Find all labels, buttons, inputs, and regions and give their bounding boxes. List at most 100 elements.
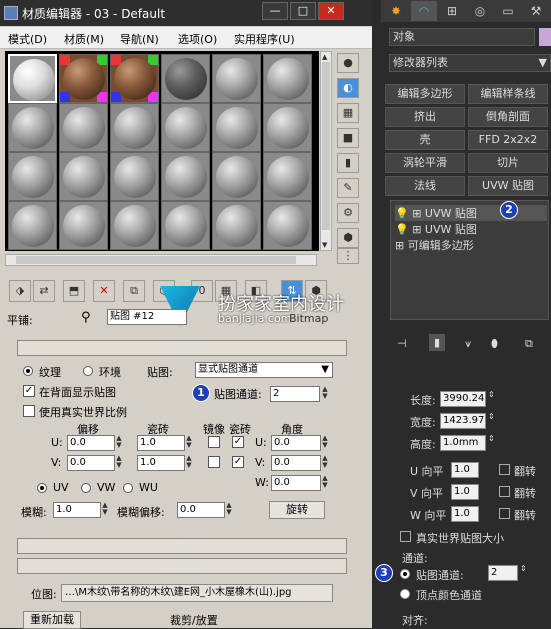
- display-tab-icon[interactable]: ▭: [495, 1, 521, 21]
- noise-rollout-header[interactable]: + 噪波: [17, 538, 347, 554]
- close-button[interactable]: ✕: [318, 2, 344, 20]
- scroll-up-arrow-icon[interactable]: ▲: [322, 54, 330, 61]
- uv-radio[interactable]: [37, 483, 47, 493]
- motion-tab-icon[interactable]: ◎: [467, 1, 493, 21]
- expand-icon[interactable]: ⊞: [395, 239, 404, 252]
- length-spinner[interactable]: ⇕: [488, 390, 495, 399]
- sample-slot-19[interactable]: [8, 201, 57, 250]
- shell-button[interactable]: 壳: [385, 130, 465, 150]
- bevel-profile-button[interactable]: 倒角剖面: [468, 107, 548, 127]
- v-offset-field[interactable]: 0.0: [67, 455, 115, 471]
- menu-options[interactable]: 选项(O): [178, 31, 217, 47]
- pick-from-object-icon[interactable]: ⚲: [81, 310, 91, 325]
- sample-slot-2[interactable]: [59, 54, 108, 103]
- stack-item-uvw-map-1[interactable]: 💡 ⊞ UVW 贴图: [395, 205, 547, 221]
- sample-slot-9[interactable]: [110, 103, 159, 152]
- height-field[interactable]: 1.0mm: [440, 435, 486, 451]
- vertical-scrollbar[interactable]: ▲ ▼: [320, 51, 332, 251]
- sample-slot-21[interactable]: [110, 201, 159, 250]
- sample-slot-5[interactable]: [212, 54, 261, 103]
- blur-offset-spinner[interactable]: ▲ ▼: [225, 502, 233, 518]
- menu-utilities[interactable]: 实用程序(U): [234, 31, 295, 47]
- sample-slot-17[interactable]: [212, 152, 261, 201]
- stack-item-uvw-map-2[interactable]: 💡 ⊞ UVW 贴图: [395, 221, 477, 237]
- map-name-field[interactable]: 贴图 #12: [107, 309, 187, 325]
- background-checker-icon[interactable]: ▦: [337, 103, 359, 123]
- select-by-material-icon[interactable]: ⬢: [337, 228, 359, 248]
- slice-button[interactable]: 切片: [468, 153, 548, 173]
- mapping-dropdown[interactable]: 显式贴图通道 ▼: [195, 362, 333, 378]
- map-channel-field[interactable]: 2: [270, 386, 320, 402]
- width-spinner[interactable]: ⇕: [488, 412, 495, 421]
- uvw-map-button[interactable]: UVW 贴图: [468, 176, 548, 196]
- u-tile-checkbox[interactable]: ✓: [232, 436, 244, 448]
- scroll-down-arrow-icon[interactable]: ▼: [322, 242, 330, 249]
- map-channel-spinner[interactable]: ▲ ▼: [321, 386, 329, 402]
- bitmap-params-rollout-header[interactable]: - 位图参数: [17, 558, 347, 574]
- v-mirror-checkbox[interactable]: [208, 456, 220, 468]
- u-flip-checkbox[interactable]: [499, 464, 510, 475]
- sample-slot-20[interactable]: [59, 201, 108, 250]
- sample-slot-8[interactable]: [59, 103, 108, 152]
- pin-stack-icon[interactable]: ⊣: [397, 337, 407, 350]
- edit-spline-button[interactable]: 编辑样条线: [468, 84, 548, 104]
- v-offset-spinner[interactable]: ▲ ▼: [115, 455, 123, 471]
- w-tile-field[interactable]: 1.0: [451, 506, 479, 522]
- scroll-thumb[interactable]: [322, 62, 330, 230]
- video-color-check-icon[interactable]: ▮: [337, 153, 359, 173]
- environment-radio[interactable]: [83, 366, 93, 376]
- menu-mode[interactable]: 模式(D): [8, 31, 47, 47]
- object-color-swatch[interactable]: [539, 28, 551, 46]
- vertex-color-channel-radio[interactable]: [400, 589, 410, 599]
- rotate-button[interactable]: 旋转: [269, 501, 325, 519]
- map-channel-spinner[interactable]: ⇕: [520, 564, 527, 573]
- backlight-icon[interactable]: ◐: [337, 78, 359, 98]
- real-world-scale-checkbox[interactable]: [23, 405, 35, 417]
- w-angle-field[interactable]: 0.0: [271, 475, 321, 491]
- v-flip-checkbox[interactable]: [499, 486, 510, 497]
- u-angle-spinner[interactable]: ▲ ▼: [321, 435, 329, 451]
- expand-icon[interactable]: ⊞: [412, 207, 421, 220]
- lightbulb-icon[interactable]: 💡: [395, 223, 409, 236]
- sample-slot-13[interactable]: [8, 152, 57, 201]
- sample-slot-14[interactable]: [59, 152, 108, 201]
- v-tiling-field[interactable]: 1.0: [137, 455, 185, 471]
- lightbulb-icon[interactable]: 💡: [395, 207, 409, 220]
- sample-slot-11[interactable]: [212, 103, 261, 152]
- utilities-tab-icon[interactable]: ⚒: [523, 1, 549, 21]
- u-offset-spinner[interactable]: ▲ ▼: [115, 435, 123, 451]
- sample-slot-10[interactable]: [161, 103, 210, 152]
- texture-radio[interactable]: [23, 366, 33, 376]
- real-world-map-size-checkbox[interactable]: [400, 531, 411, 542]
- w-angle-spinner[interactable]: ▲ ▼: [321, 475, 329, 491]
- ffd-button[interactable]: FFD 2x2x2: [468, 130, 548, 150]
- sample-slot-22[interactable]: [161, 201, 210, 250]
- sample-slot-12[interactable]: [263, 103, 312, 152]
- sample-uv-tiling-icon[interactable]: ■: [337, 128, 359, 148]
- sample-slot-7[interactable]: [8, 103, 57, 152]
- sample-slot-4[interactable]: [161, 54, 210, 103]
- remove-modifier-icon[interactable]: ⬮: [491, 337, 498, 351]
- vw-radio[interactable]: [81, 483, 91, 493]
- edit-poly-button[interactable]: 编辑多边形: [385, 84, 465, 104]
- make-unique-icon[interactable]: ⩛: [465, 337, 471, 351]
- reload-button[interactable]: 重新加载: [23, 611, 81, 629]
- v-angle-spinner[interactable]: ▲ ▼: [321, 455, 329, 471]
- extrude-button[interactable]: 挤出: [385, 107, 465, 127]
- sample-slot-16[interactable]: [161, 152, 210, 201]
- blur-field[interactable]: 1.0: [53, 502, 101, 518]
- modifier-list-dropdown[interactable]: 修改器列表 ▼: [389, 54, 551, 72]
- u-tile-field[interactable]: 1.0: [451, 462, 479, 478]
- object-name-field[interactable]: 对象: [389, 28, 535, 46]
- u-tiling-spinner[interactable]: ▲ ▼: [185, 435, 193, 451]
- map-channel-radio[interactable]: [400, 569, 410, 579]
- u-angle-field[interactable]: 0.0: [271, 435, 321, 451]
- turbosmooth-button[interactable]: 涡轮平滑: [385, 153, 465, 173]
- stack-item-editable-poly[interactable]: ⊞ 可编辑多边形: [395, 237, 474, 253]
- material-map-navigator-icon[interactable]: ⋮: [337, 248, 359, 264]
- expand-icon[interactable]: ⊞: [412, 223, 421, 236]
- sample-slot-1[interactable]: [8, 54, 57, 103]
- map-type-label[interactable]: Bitmap: [289, 312, 328, 325]
- horizontal-scrollbar[interactable]: [5, 254, 317, 266]
- v-angle-field[interactable]: 0.0: [271, 455, 321, 471]
